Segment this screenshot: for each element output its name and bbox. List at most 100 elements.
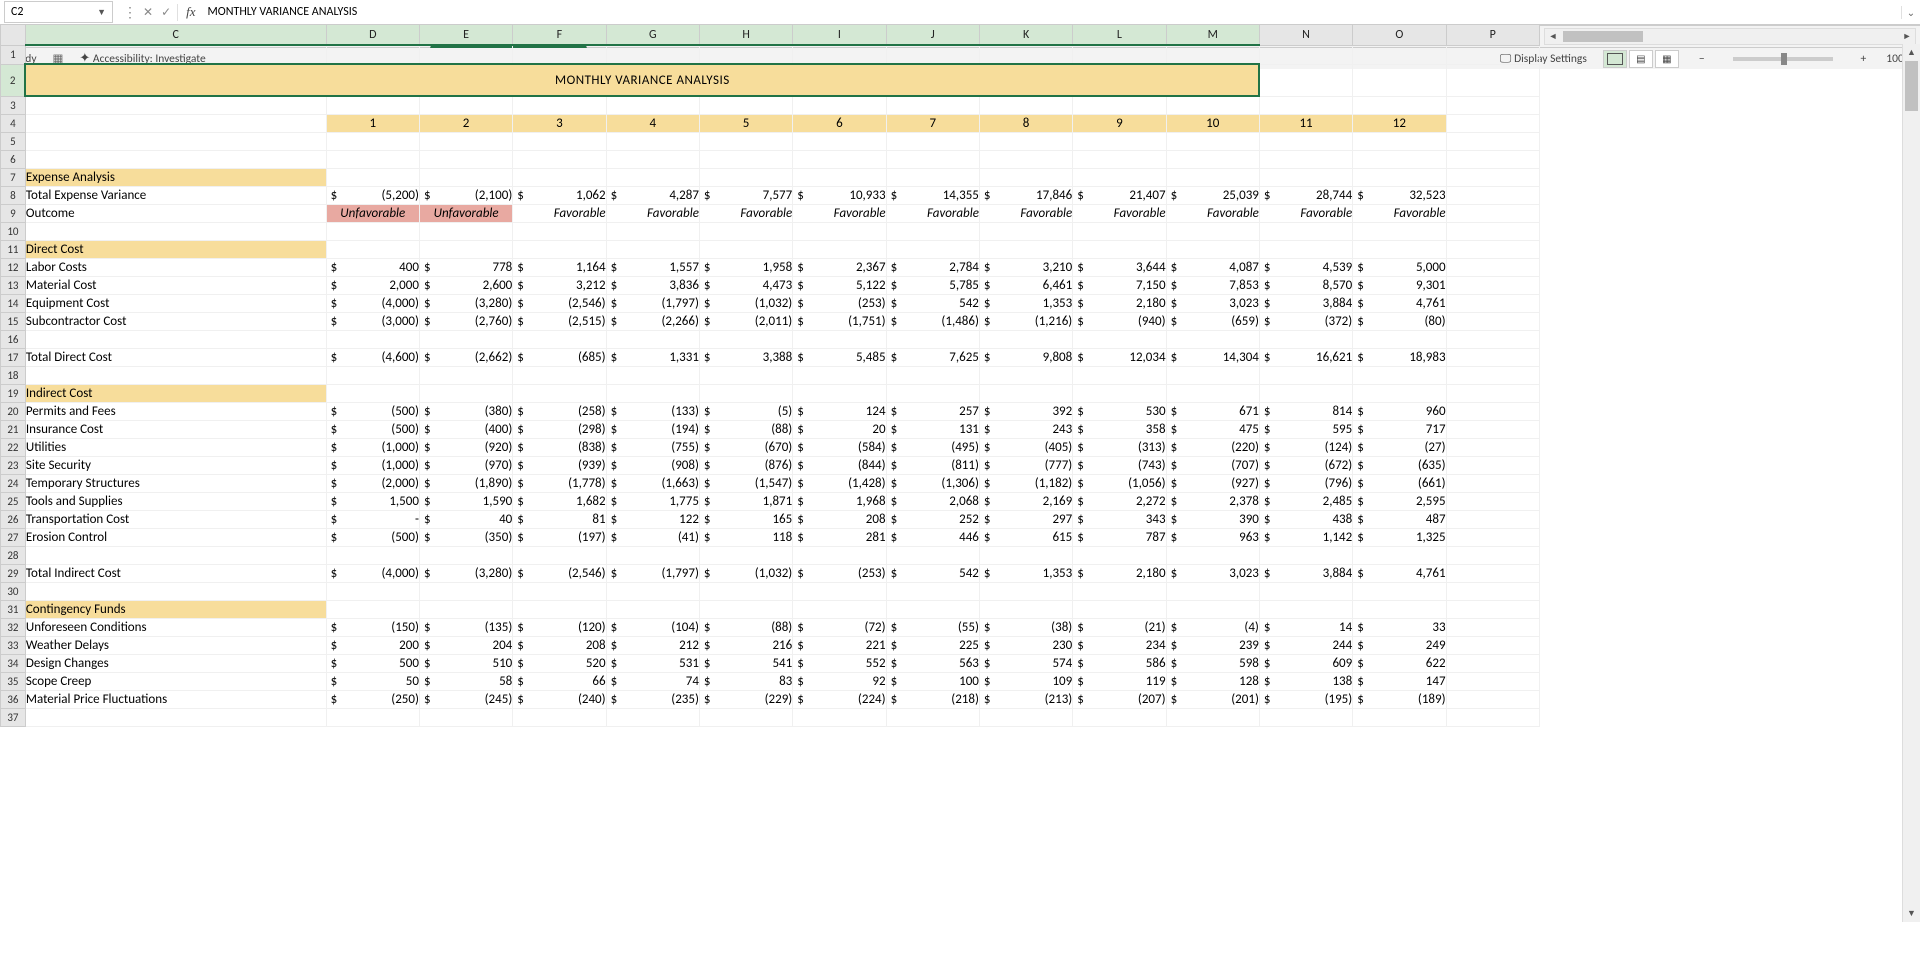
value-cell[interactable]: $9,808 bbox=[979, 349, 1072, 367]
value-cell[interactable]: $(670) bbox=[699, 439, 792, 457]
value-cell[interactable]: $(2,546) bbox=[513, 565, 606, 583]
row-header-2[interactable]: 2 bbox=[1, 64, 26, 96]
value-cell[interactable]: $92 bbox=[793, 673, 886, 691]
value-cell[interactable]: $(124) bbox=[1259, 439, 1352, 457]
value-cell[interactable]: $(500) bbox=[326, 403, 419, 421]
value-cell[interactable]: $(400) bbox=[419, 421, 512, 439]
value-cell[interactable]: $778 bbox=[419, 259, 512, 277]
outcome-cell[interactable]: Favorable bbox=[699, 205, 792, 223]
value-cell[interactable]: $(1,751) bbox=[793, 313, 886, 331]
value-cell[interactable]: $50 bbox=[326, 673, 419, 691]
column-header-H[interactable]: H bbox=[699, 25, 792, 46]
value-cell[interactable]: $297 bbox=[979, 511, 1072, 529]
empty-cell[interactable] bbox=[1446, 367, 1539, 385]
value-cell[interactable]: $9,301 bbox=[1353, 277, 1446, 295]
row-header-24[interactable]: 24 bbox=[1, 475, 26, 493]
value-cell[interactable]: $165 bbox=[699, 511, 792, 529]
value-cell[interactable]: $7,853 bbox=[1166, 277, 1259, 295]
row-header-13[interactable]: 13 bbox=[1, 277, 26, 295]
empty-cell[interactable] bbox=[513, 169, 606, 187]
value-cell[interactable]: $(72) bbox=[793, 619, 886, 637]
empty-cell[interactable] bbox=[793, 96, 886, 115]
scroll-up-icon[interactable]: ▲ bbox=[1903, 44, 1920, 61]
value-cell[interactable]: $(195) bbox=[1259, 691, 1352, 709]
empty-cell[interactable] bbox=[886, 367, 979, 385]
month-header-7[interactable]: 7 bbox=[886, 115, 979, 133]
empty-cell[interactable] bbox=[979, 169, 1072, 187]
empty-cell[interactable] bbox=[699, 331, 792, 349]
empty-cell[interactable] bbox=[1353, 45, 1446, 64]
value-cell[interactable]: $(1,182) bbox=[979, 475, 1072, 493]
value-cell[interactable]: $1,590 bbox=[419, 493, 512, 511]
empty-cell[interactable] bbox=[1166, 367, 1259, 385]
value-cell[interactable]: $475 bbox=[1166, 421, 1259, 439]
value-cell[interactable]: $131 bbox=[886, 421, 979, 439]
empty-cell[interactable] bbox=[1166, 331, 1259, 349]
value-cell[interactable]: $(672) bbox=[1259, 457, 1352, 475]
outcome-cell[interactable]: Favorable bbox=[1166, 205, 1259, 223]
empty-cell[interactable] bbox=[606, 709, 699, 727]
value-cell[interactable]: $520 bbox=[513, 655, 606, 673]
value-cell[interactable]: $2,595 bbox=[1353, 493, 1446, 511]
empty-cell[interactable] bbox=[419, 331, 512, 349]
value-cell[interactable]: $(27) bbox=[1353, 439, 1446, 457]
value-cell[interactable]: $(2,266) bbox=[606, 313, 699, 331]
value-cell[interactable]: $(908) bbox=[606, 457, 699, 475]
section-direct-cost[interactable]: Direct Cost bbox=[25, 241, 326, 259]
value-cell[interactable]: $(41) bbox=[606, 529, 699, 547]
empty-cell[interactable] bbox=[793, 241, 886, 259]
value-cell[interactable]: $(2,011) bbox=[699, 313, 792, 331]
name-box[interactable]: C2 ▼ bbox=[4, 1, 113, 23]
value-cell[interactable]: $1,062 bbox=[513, 187, 606, 205]
value-cell[interactable]: $(2,546) bbox=[513, 295, 606, 313]
outcome-cell[interactable]: Favorable bbox=[979, 205, 1072, 223]
value-cell[interactable]: $531 bbox=[606, 655, 699, 673]
row-header-5[interactable]: 5 bbox=[1, 133, 26, 151]
empty-cell[interactable] bbox=[979, 223, 1072, 241]
value-cell[interactable]: $598 bbox=[1166, 655, 1259, 673]
empty-cell[interactable] bbox=[1073, 385, 1166, 403]
value-cell[interactable]: $16,621 bbox=[1259, 349, 1352, 367]
value-cell[interactable]: $(55) bbox=[886, 619, 979, 637]
empty-cell[interactable] bbox=[419, 133, 512, 151]
empty-cell[interactable] bbox=[1446, 64, 1539, 96]
value-cell[interactable]: $208 bbox=[793, 511, 886, 529]
empty-cell[interactable] bbox=[1353, 96, 1446, 115]
empty-cell[interactable] bbox=[699, 151, 792, 169]
empty-cell[interactable] bbox=[606, 96, 699, 115]
value-cell[interactable]: $(1,778) bbox=[513, 475, 606, 493]
empty-cell[interactable] bbox=[793, 547, 886, 565]
value-cell[interactable]: $(380) bbox=[419, 403, 512, 421]
empty-cell[interactable] bbox=[1166, 96, 1259, 115]
value-cell[interactable]: $(3,280) bbox=[419, 565, 512, 583]
empty-cell[interactable] bbox=[1259, 241, 1352, 259]
value-cell[interactable]: $574 bbox=[979, 655, 1072, 673]
row-header-34[interactable]: 34 bbox=[1, 655, 26, 673]
empty-cell[interactable] bbox=[1166, 385, 1259, 403]
empty-cell[interactable] bbox=[513, 385, 606, 403]
empty-cell[interactable] bbox=[1166, 709, 1259, 727]
value-cell[interactable]: $615 bbox=[979, 529, 1072, 547]
empty-cell[interactable] bbox=[1073, 331, 1166, 349]
value-cell[interactable]: $(189) bbox=[1353, 691, 1446, 709]
value-cell[interactable]: $147 bbox=[1353, 673, 1446, 691]
value-cell[interactable]: $204 bbox=[419, 637, 512, 655]
value-cell[interactable]: $2,180 bbox=[1073, 565, 1166, 583]
value-cell[interactable]: $(920) bbox=[419, 439, 512, 457]
row-header-25[interactable]: 25 bbox=[1, 493, 26, 511]
value-cell[interactable]: $1,325 bbox=[1353, 529, 1446, 547]
row-header-35[interactable]: 35 bbox=[1, 673, 26, 691]
row-label[interactable]: Design Changes bbox=[25, 655, 326, 673]
month-header-3[interactable]: 3 bbox=[513, 115, 606, 133]
chevron-down-icon[interactable]: ▼ bbox=[97, 7, 106, 18]
empty-cell[interactable] bbox=[1073, 96, 1166, 115]
row-label[interactable]: Labor Costs bbox=[25, 259, 326, 277]
empty-cell[interactable] bbox=[1166, 223, 1259, 241]
empty-cell[interactable] bbox=[1073, 133, 1166, 151]
value-cell[interactable]: $83 bbox=[699, 673, 792, 691]
row-header-12[interactable]: 12 bbox=[1, 259, 26, 277]
empty-cell[interactable] bbox=[1446, 385, 1539, 403]
empty-cell[interactable] bbox=[1353, 331, 1446, 349]
empty-cell[interactable] bbox=[1446, 709, 1539, 727]
empty-cell[interactable] bbox=[1073, 223, 1166, 241]
